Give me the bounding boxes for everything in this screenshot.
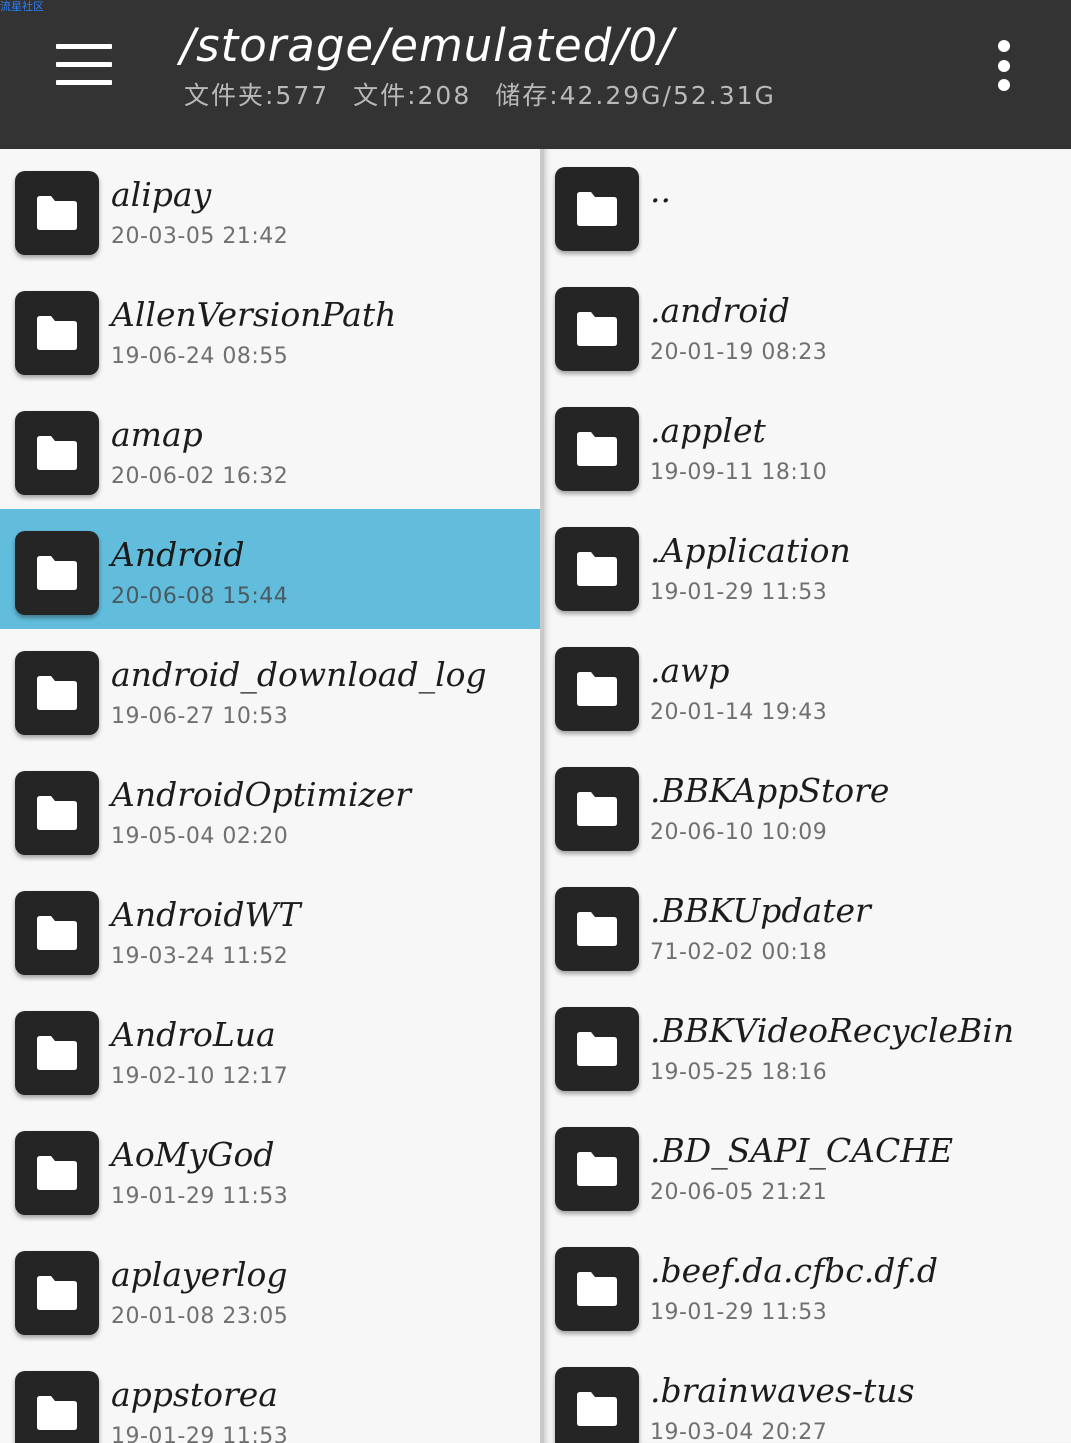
file-list-item[interactable]: .Application 19-01-29 11:53 bbox=[544, 509, 1071, 629]
file-list-item[interactable]: AndroLua 19-02-10 12:17 bbox=[0, 989, 540, 1109]
modified-date: 20-01-14 19:43 bbox=[650, 700, 828, 725]
file-name: AllenVersionPath bbox=[111, 295, 397, 334]
modified-date: 71-02-02 00:18 bbox=[650, 940, 828, 965]
folder-icon bbox=[555, 887, 639, 971]
folder-icon bbox=[555, 1127, 639, 1211]
file-name: .. bbox=[650, 171, 671, 210]
current-path[interactable]: /storage/emulated/0/ bbox=[180, 18, 674, 74]
file-count: 文件:208 bbox=[353, 81, 472, 110]
file-name: .beef.da.cfbc.df.d bbox=[650, 1251, 939, 1290]
modified-date: 19-05-25 18:16 bbox=[650, 1060, 828, 1085]
modified-date: 20-06-02 16:32 bbox=[111, 464, 289, 489]
file-list-item[interactable]: .beef.da.cfbc.df.d 19-01-29 11:53 bbox=[544, 1229, 1071, 1349]
modified-date: 19-05-04 02:20 bbox=[111, 824, 289, 849]
file-list-item[interactable]: .. bbox=[544, 149, 1071, 269]
file-name: AndroidWT bbox=[111, 895, 301, 934]
file-name: android_download_log bbox=[111, 655, 487, 694]
file-list-item[interactable]: AoMyGod 19-01-29 11:53 bbox=[0, 1109, 540, 1229]
modified-date: 20-01-08 23:05 bbox=[111, 1304, 289, 1329]
modified-date: 19-01-29 11:53 bbox=[650, 580, 828, 605]
left-file-pane[interactable]: alipay 20-03-05 21:42 AllenVersionPath 19-0… bbox=[0, 149, 540, 1443]
watermark-text: 流星社区 bbox=[0, 0, 44, 13]
file-name: AndroidOptimizer bbox=[111, 775, 412, 814]
storage-usage: 储存:42.29G/52.31G bbox=[495, 81, 776, 110]
modified-date: 20-03-05 21:42 bbox=[111, 224, 289, 249]
folder-icon bbox=[555, 287, 639, 371]
modified-date: 19-09-11 18:10 bbox=[650, 460, 828, 485]
file-name: .Application bbox=[650, 531, 851, 570]
app-bar: /storage/emulated/0/ 文件夹:577 文件:208 储存:4… bbox=[0, 0, 1071, 149]
folder-icon bbox=[555, 167, 639, 251]
file-name: .awp bbox=[650, 651, 730, 690]
right-file-pane[interactable]: .. .android 20-01-19 08:23 .applet 19-09-11 … bbox=[540, 149, 1071, 1443]
folder-icon bbox=[555, 527, 639, 611]
folder-icon bbox=[555, 1247, 639, 1331]
hamburger-menu-icon[interactable] bbox=[56, 44, 112, 86]
file-list-item[interactable]: Android 20-06-08 15:44 bbox=[0, 509, 540, 629]
modified-date: 20-06-08 15:44 bbox=[111, 584, 289, 609]
file-name: aplayerlog bbox=[111, 1255, 288, 1294]
folder-icon bbox=[15, 171, 99, 255]
more-options-icon[interactable] bbox=[996, 40, 1020, 92]
file-name: amap bbox=[111, 415, 203, 454]
file-name: Android bbox=[111, 535, 245, 574]
modified-date: 19-01-29 11:53 bbox=[650, 1300, 828, 1325]
file-name: .brainwaves-tus bbox=[650, 1371, 915, 1410]
file-list-item[interactable]: .BBKVideoRecycleBin 19-05-25 18:16 bbox=[544, 989, 1071, 1109]
modified-date: 20-06-05 21:21 bbox=[650, 1180, 828, 1205]
folder-icon bbox=[15, 1131, 99, 1215]
file-name: AoMyGod bbox=[111, 1135, 275, 1174]
modified-date: 19-01-29 11:53 bbox=[111, 1184, 289, 1209]
folder-icon bbox=[15, 531, 99, 615]
modified-date: 19-03-04 20:27 bbox=[650, 1420, 828, 1443]
file-name: .BBKAppStore bbox=[650, 771, 890, 810]
file-list-item[interactable]: android_download_log 19-06-27 10:53 bbox=[0, 629, 540, 749]
file-list-item[interactable]: .awp 20-01-14 19:43 bbox=[544, 629, 1071, 749]
folder-icon bbox=[555, 1367, 639, 1443]
modified-date: 20-01-19 08:23 bbox=[650, 340, 828, 365]
folder-count: 文件夹:577 bbox=[184, 81, 330, 110]
file-name: alipay bbox=[111, 175, 212, 214]
file-list-item[interactable]: .brainwaves-tus 19-03-04 20:27 bbox=[544, 1349, 1071, 1443]
file-name: .BBKVideoRecycleBin bbox=[650, 1011, 1015, 1050]
file-list-item[interactable]: .BBKAppStore 20-06-10 10:09 bbox=[544, 749, 1071, 869]
folder-icon bbox=[15, 891, 99, 975]
folder-icon bbox=[15, 1251, 99, 1335]
file-list-item[interactable]: AndroidWT 19-03-24 11:52 bbox=[0, 869, 540, 989]
file-list-item[interactable]: AndroidOptimizer 19-05-04 02:20 bbox=[0, 749, 540, 869]
file-list-item[interactable]: alipay 20-03-05 21:42 bbox=[0, 149, 540, 269]
folder-icon bbox=[15, 1011, 99, 1095]
folder-icon bbox=[15, 411, 99, 495]
folder-icon bbox=[15, 291, 99, 375]
folder-icon bbox=[555, 647, 639, 731]
file-name: .BBKUpdater bbox=[650, 891, 871, 930]
file-list-item[interactable]: amap 20-06-02 16:32 bbox=[0, 389, 540, 509]
file-list-item[interactable]: .android 20-01-19 08:23 bbox=[544, 269, 1071, 389]
modified-date: 19-06-24 08:55 bbox=[111, 344, 289, 369]
modified-date: 19-06-27 10:53 bbox=[111, 704, 289, 729]
modified-date: 19-02-10 12:17 bbox=[111, 1064, 289, 1089]
folder-icon bbox=[15, 651, 99, 735]
folder-icon bbox=[15, 771, 99, 855]
file-list-item[interactable]: .BBKUpdater 71-02-02 00:18 bbox=[544, 869, 1071, 989]
file-name: appstorea bbox=[111, 1375, 278, 1414]
file-name: .BD_SAPI_CACHE bbox=[650, 1131, 954, 1170]
file-list-item[interactable]: aplayerlog 20-01-08 23:05 bbox=[0, 1229, 540, 1349]
folder-icon bbox=[15, 1371, 99, 1443]
folder-icon bbox=[555, 1007, 639, 1091]
file-name: .applet bbox=[650, 411, 766, 450]
folder-icon bbox=[555, 767, 639, 851]
file-list-item[interactable]: .applet 19-09-11 18:10 bbox=[544, 389, 1071, 509]
modified-date: 20-06-10 10:09 bbox=[650, 820, 828, 845]
modified-date: 19-01-29 11:53 bbox=[111, 1424, 289, 1443]
modified-date: 19-03-24 11:52 bbox=[111, 944, 289, 969]
file-list-item[interactable]: .BD_SAPI_CACHE 20-06-05 21:21 bbox=[544, 1109, 1071, 1229]
folder-icon bbox=[555, 407, 639, 491]
file-name: .android bbox=[650, 291, 790, 330]
file-name: AndroLua bbox=[111, 1015, 276, 1054]
file-list-item[interactable]: AllenVersionPath 19-06-24 08:55 bbox=[0, 269, 540, 389]
storage-stats: 文件夹:577 文件:208 储存:42.29G/52.31G bbox=[184, 80, 790, 112]
file-list-item[interactable]: appstorea 19-01-29 11:53 bbox=[0, 1349, 540, 1443]
